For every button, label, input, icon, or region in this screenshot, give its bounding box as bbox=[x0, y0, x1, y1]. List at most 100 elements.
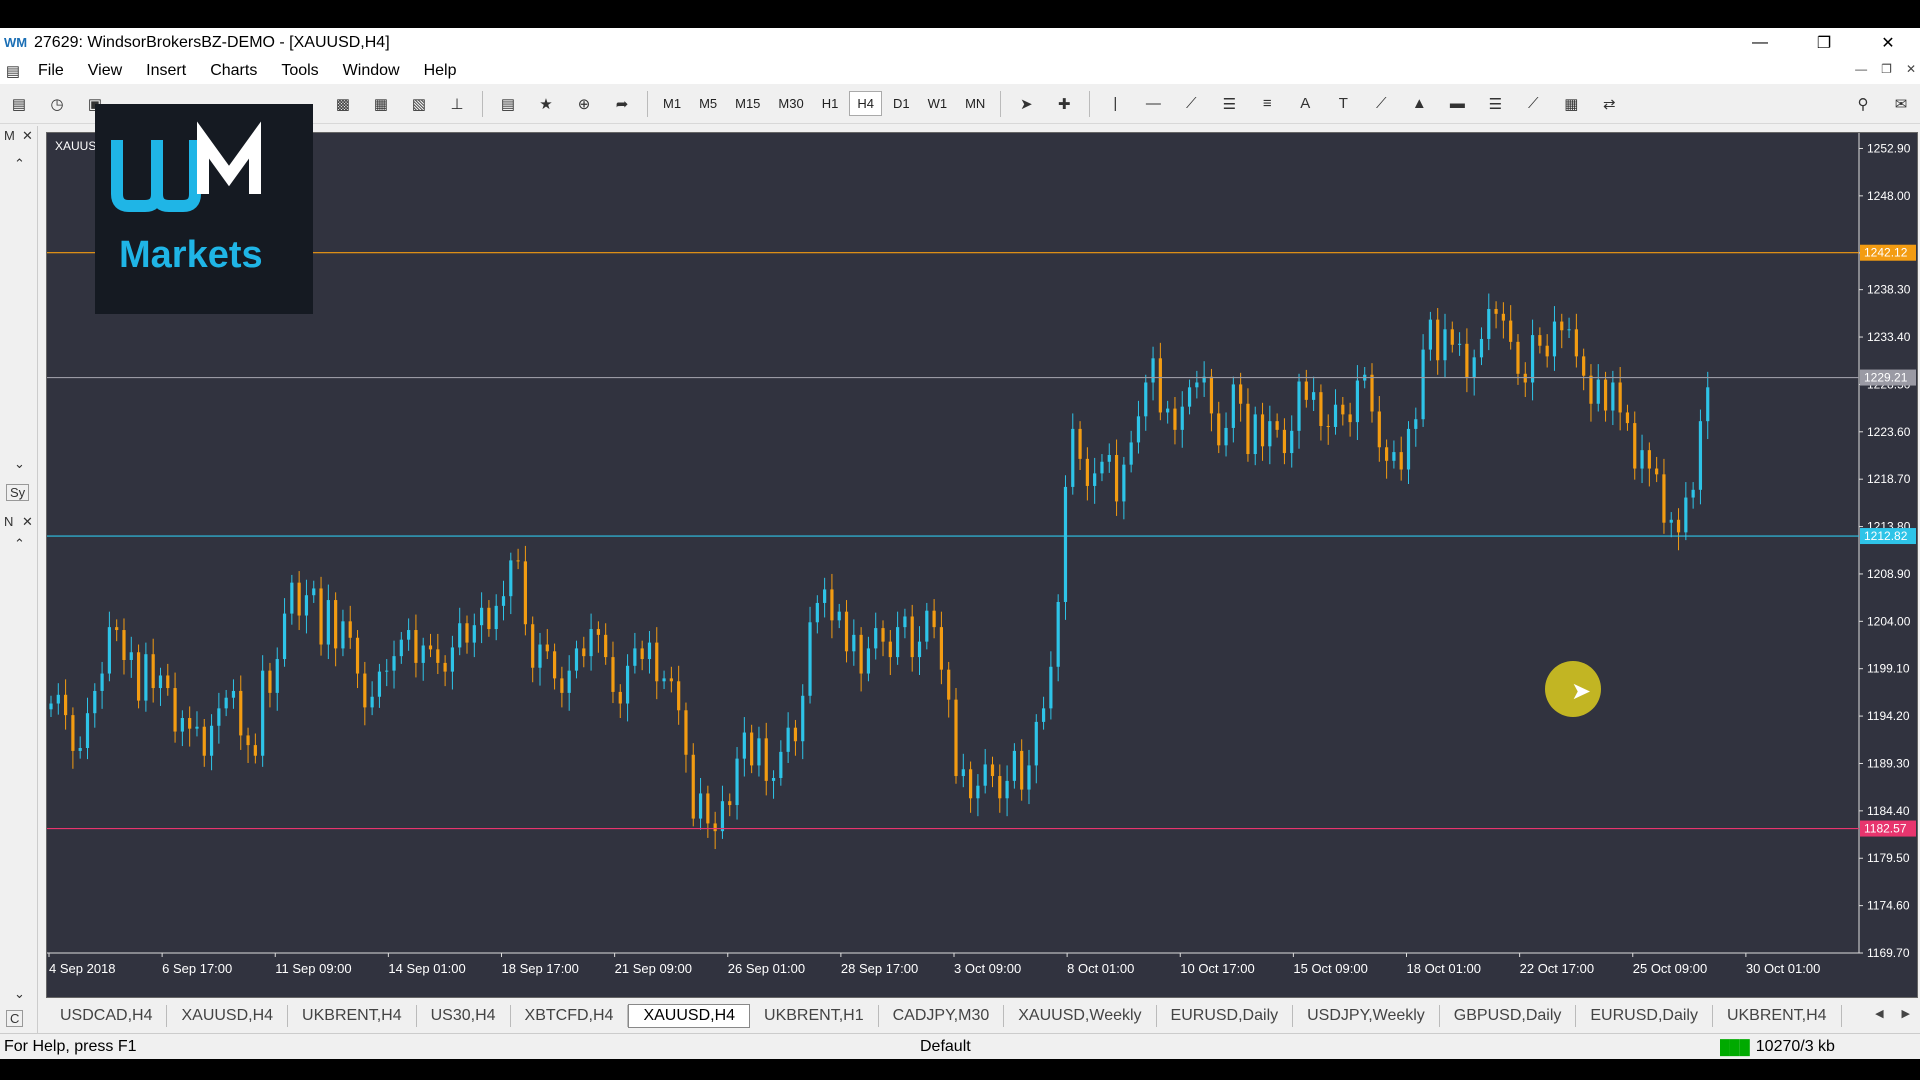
channel-icon[interactable]: ≡ bbox=[1254, 91, 1280, 117]
candle-body bbox=[1669, 519, 1673, 523]
menu-window[interactable]: Window bbox=[331, 62, 412, 80]
tab-ukbrent-h4[interactable]: UKBRENT,H4 bbox=[288, 1005, 417, 1027]
cursor-icon[interactable]: ➤ bbox=[1013, 91, 1039, 117]
candle-body bbox=[815, 602, 819, 623]
candle-body bbox=[662, 678, 666, 682]
text-icon[interactable]: A bbox=[1292, 91, 1318, 117]
vertical-line-icon[interactable]: | bbox=[1102, 91, 1128, 117]
candle-body bbox=[932, 610, 936, 628]
tab-ukbrent-h1[interactable]: UKBRENT,H1 bbox=[750, 1005, 879, 1027]
search-icon[interactable]: ⚲ bbox=[1850, 91, 1876, 117]
tab-usdcad-h4[interactable]: USDCAD,H4 bbox=[46, 1005, 168, 1027]
timeframe-w1[interactable]: W1 bbox=[921, 92, 955, 115]
navigator-close-icon[interactable]: ✕ bbox=[22, 514, 33, 530]
candle-body bbox=[888, 641, 892, 658]
trendline-icon[interactable]: ⟋ bbox=[1178, 91, 1204, 117]
fibo-fan-icon[interactable]: ⟋ bbox=[1520, 91, 1546, 117]
nav-scroll-up-icon[interactable]: ⌃ bbox=[14, 536, 25, 552]
close-icon[interactable]: ✕ bbox=[1856, 28, 1920, 58]
tab-cadjpy-m30[interactable]: CADJPY,M30 bbox=[879, 1005, 1005, 1027]
text-label-icon[interactable]: T bbox=[1330, 91, 1356, 117]
price-chart[interactable]: 1252.901248.001242.101238.301233.401228.… bbox=[47, 133, 1917, 997]
menu-help[interactable]: Help bbox=[412, 62, 469, 80]
zoom-axis-icon[interactable]: ⊥ bbox=[444, 91, 470, 117]
equidistant-channel-icon[interactable]: ⟋ bbox=[1368, 91, 1394, 117]
scroll-up-icon[interactable]: ⌃ bbox=[14, 156, 25, 172]
tab-eurusd-daily-2[interactable]: EURUSD,Daily bbox=[1576, 1005, 1713, 1027]
mdi-minimize-icon[interactable]: — bbox=[1855, 62, 1867, 76]
chart-window-icon[interactable]: ▤ bbox=[4, 58, 22, 84]
tab-ukbrent-h4-2[interactable]: UKBRENT,H4 bbox=[1713, 1005, 1842, 1027]
autoscroll-icon[interactable]: ➦ bbox=[609, 91, 635, 117]
timeframe-h4[interactable]: H4 bbox=[849, 91, 882, 116]
menu-charts[interactable]: Charts bbox=[198, 62, 269, 80]
timeframe-m5[interactable]: M5 bbox=[692, 92, 724, 115]
menu-view[interactable]: View bbox=[76, 62, 134, 80]
tabs-scroll-left-icon[interactable]: ◀ bbox=[1875, 1007, 1883, 1020]
minimize-icon[interactable]: — bbox=[1728, 28, 1792, 58]
line-chart-icon[interactable]: ▧ bbox=[406, 91, 432, 117]
y-tick-label: 1248.00 bbox=[1867, 189, 1911, 203]
candle-body bbox=[326, 600, 330, 645]
favorites-icon[interactable]: ★ bbox=[533, 91, 559, 117]
candle-body bbox=[144, 654, 148, 701]
tab-xauusd-h4-active[interactable]: XAUUSD,H4 bbox=[628, 1004, 751, 1028]
candle-body bbox=[173, 688, 177, 732]
timeframe-h1[interactable]: H1 bbox=[815, 92, 846, 115]
mdi-close-icon[interactable]: ✕ bbox=[1906, 62, 1916, 76]
new-chart-icon[interactable]: ▤ bbox=[6, 91, 32, 117]
tab-gbpusd-daily[interactable]: GBPUSD,Daily bbox=[1440, 1005, 1577, 1027]
bar-chart-icon[interactable]: ▩ bbox=[330, 91, 356, 117]
timeframe-m1[interactable]: M1 bbox=[656, 92, 688, 115]
wm-markets-logo: Markets bbox=[95, 104, 313, 314]
mdi-restore-icon[interactable]: ❐ bbox=[1881, 62, 1892, 76]
tab-us30-h4[interactable]: US30,H4 bbox=[417, 1005, 511, 1027]
candle-body bbox=[1129, 442, 1133, 465]
gann-grid-icon[interactable]: ▦ bbox=[1558, 91, 1584, 117]
candle-body bbox=[1333, 404, 1338, 427]
menu-file[interactable]: File bbox=[26, 62, 76, 80]
tab-eurusd-daily[interactable]: EURUSD,Daily bbox=[1157, 1005, 1294, 1027]
tab-xauusd-h4[interactable]: XAUUSD,H4 bbox=[167, 1005, 289, 1027]
y-tick-label: 1218.70 bbox=[1867, 472, 1911, 486]
fibo-levels-icon[interactable]: ☰ bbox=[1482, 91, 1508, 117]
zoom-icon[interactable]: ⊕ bbox=[571, 91, 597, 117]
market-watch-close-icon[interactable]: ✕ bbox=[22, 128, 33, 144]
navigator-icon[interactable]: ▤ bbox=[495, 91, 521, 117]
candle-body bbox=[1698, 421, 1703, 490]
candle-body bbox=[604, 634, 608, 658]
candle-body bbox=[487, 607, 491, 630]
tab-xauusd-weekly[interactable]: XAUUSD,Weekly bbox=[1004, 1005, 1157, 1027]
crosshair-icon[interactable]: ✚ bbox=[1051, 91, 1077, 117]
candle-body bbox=[1326, 425, 1330, 427]
timeframe-mn[interactable]: MN bbox=[958, 92, 992, 115]
candle-body bbox=[1414, 419, 1418, 429]
candlesticks-icon[interactable]: ▦ bbox=[368, 91, 394, 117]
tab-xbtcfd-h4[interactable]: XBTCFD,H4 bbox=[511, 1005, 629, 1027]
tabs-scroll-right-icon[interactable]: ▶ bbox=[1902, 1007, 1910, 1020]
candle-body bbox=[1465, 343, 1469, 378]
y-tick-label: 1238.30 bbox=[1867, 283, 1911, 297]
rectangle-icon[interactable]: ▬ bbox=[1444, 91, 1470, 117]
timeframe-m30[interactable]: M30 bbox=[771, 92, 810, 115]
chat-icon[interactable]: ✉ bbox=[1888, 91, 1914, 117]
history-clock-icon[interactable]: ◷ bbox=[44, 91, 70, 117]
symbols-tab[interactable]: Sy bbox=[6, 484, 30, 501]
menu-insert[interactable]: Insert bbox=[134, 62, 198, 80]
arrows-icon[interactable]: ⇄ bbox=[1596, 91, 1622, 117]
tab-usdjpy-weekly[interactable]: USDJPY,Weekly bbox=[1293, 1005, 1440, 1027]
candle-body bbox=[268, 670, 272, 693]
triangle-icon[interactable]: ▲ bbox=[1406, 91, 1432, 117]
title-bar[interactable]: WM 27629: WindsorBrokersBZ-DEMO - [XAUUS… bbox=[0, 28, 1920, 58]
horizontal-line-icon[interactable]: — bbox=[1140, 91, 1166, 117]
scroll-down-icon[interactable]: ⌄ bbox=[14, 456, 25, 472]
restore-icon[interactable]: ❐ bbox=[1792, 28, 1856, 58]
nav-scroll-down-icon[interactable]: ⌄ bbox=[14, 986, 25, 1002]
candle-body bbox=[1012, 750, 1016, 781]
common-tab[interactable]: C bbox=[6, 1010, 24, 1027]
menu-tools[interactable]: Tools bbox=[269, 62, 330, 80]
fibonacci-icon[interactable]: ☰ bbox=[1216, 91, 1242, 117]
timeframe-d1[interactable]: D1 bbox=[886, 92, 917, 115]
chart-area[interactable]: 1252.901248.001242.101238.301233.401228.… bbox=[46, 132, 1918, 998]
timeframe-m15[interactable]: M15 bbox=[728, 92, 767, 115]
